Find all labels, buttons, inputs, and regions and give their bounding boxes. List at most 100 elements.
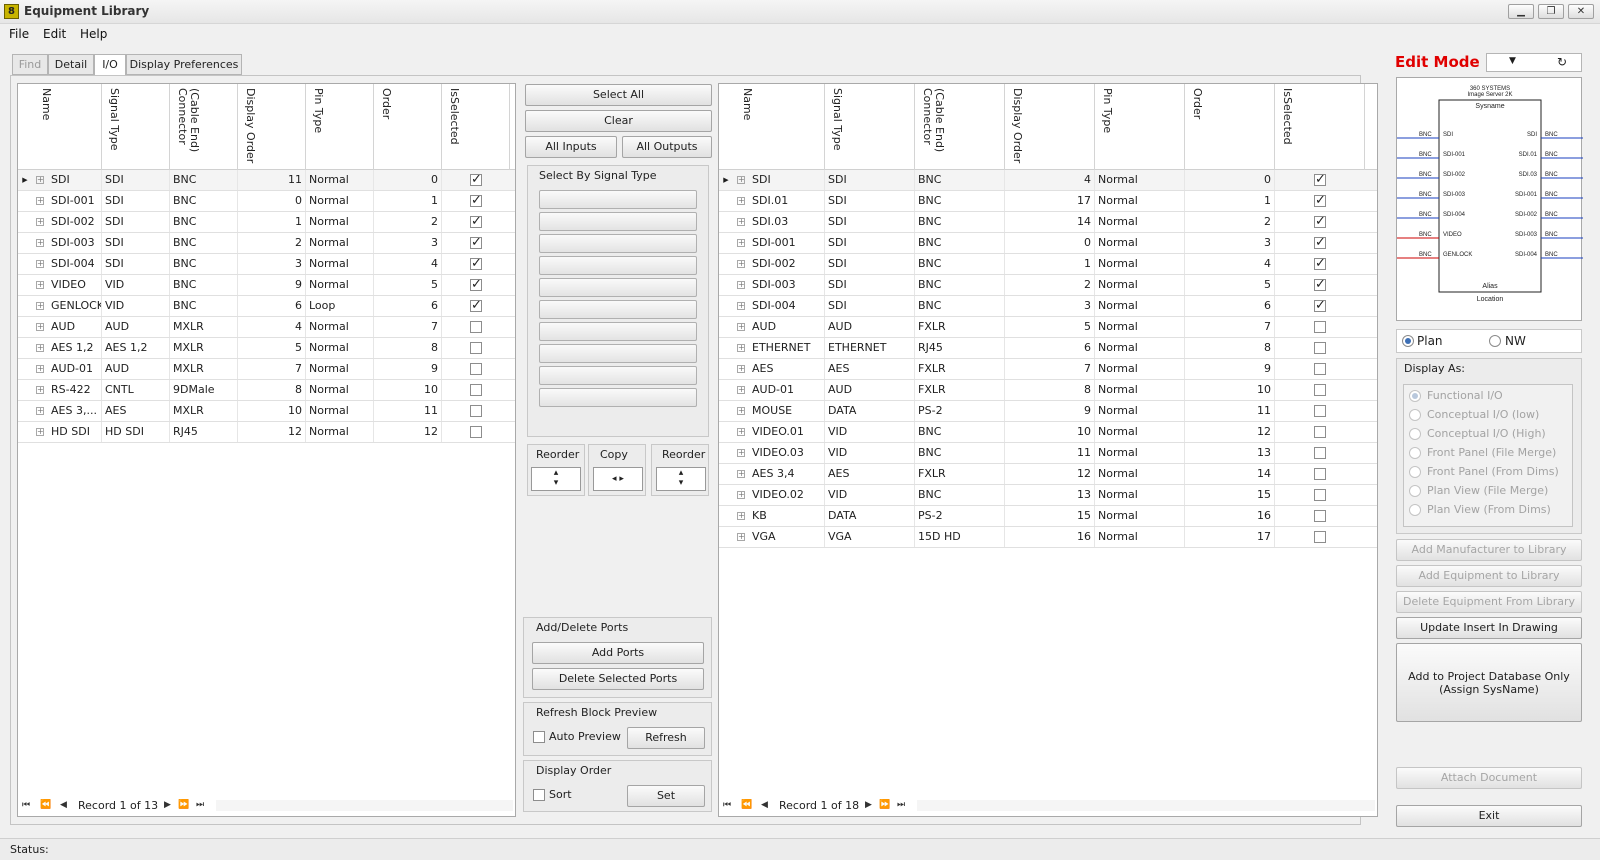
- header-col-order[interactable]: Order: [374, 84, 442, 170]
- table-row[interactable]: + SDI.03 SDI BNC 14 Normal 2 ✓: [719, 212, 1377, 233]
- header-col-isselected[interactable]: IsSelected: [1275, 84, 1365, 170]
- isselected-checkbox[interactable]: ✓: [470, 278, 482, 291]
- all-outputs-button[interactable]: All Outputs: [622, 136, 712, 158]
- header-col-name[interactable]: Name: [34, 84, 102, 170]
- set-button[interactable]: Set: [627, 785, 705, 807]
- table-row[interactable]: + AES 3,4 AES FXLR 12 Normal 14: [719, 464, 1377, 485]
- delete-selected-ports-button[interactable]: Delete Selected Ports: [532, 668, 704, 690]
- refresh-icon[interactable]: ↻: [1557, 55, 1567, 69]
- table-row[interactable]: ▶ + SDI SDI BNC 11 Normal 0 ✓: [18, 170, 515, 191]
- isselected-checkbox[interactable]: [1314, 342, 1326, 354]
- isselected-checkbox[interactable]: ✓: [470, 236, 482, 249]
- isselected-checkbox[interactable]: [470, 342, 482, 354]
- tab-display-preferences[interactable]: Display Preferences: [126, 54, 242, 75]
- signal-type-button[interactable]: [539, 190, 697, 209]
- expand-icon[interactable]: +: [737, 449, 745, 457]
- expand-icon[interactable]: +: [36, 344, 44, 352]
- sort-checkbox[interactable]: [533, 789, 545, 801]
- copy-spinner[interactable]: ◂ ▸: [593, 467, 643, 491]
- update-insert-button[interactable]: Update Insert In Drawing: [1396, 617, 1582, 639]
- last-record-icon[interactable]: ⏭: [196, 800, 204, 810]
- isselected-checkbox[interactable]: ✓: [1314, 257, 1326, 270]
- isselected-checkbox[interactable]: [470, 426, 482, 438]
- isselected-checkbox[interactable]: ✓: [470, 173, 482, 186]
- signal-type-button[interactable]: [539, 366, 697, 385]
- first-record-icon[interactable]: ⏮: [723, 800, 731, 810]
- expand-icon[interactable]: +: [36, 176, 44, 184]
- tab-io[interactable]: I/O: [94, 54, 126, 76]
- table-row[interactable]: + SDI-001 SDI BNC 0 Normal 1 ✓: [18, 191, 515, 212]
- isselected-checkbox[interactable]: [1314, 531, 1326, 543]
- signal-type-button[interactable]: [539, 322, 697, 341]
- edit-mode-dropdown[interactable]: ▼ ↻: [1486, 53, 1582, 72]
- exit-button[interactable]: Exit: [1396, 805, 1582, 827]
- expand-icon[interactable]: +: [36, 365, 44, 373]
- table-row[interactable]: + SDI-001 SDI BNC 0 Normal 3 ✓: [719, 233, 1377, 254]
- expand-icon[interactable]: +: [737, 176, 745, 184]
- next-record-icon[interactable]: ▶: [164, 800, 171, 810]
- table-row[interactable]: + MOUSE DATA PS-2 9 Normal 11: [719, 401, 1377, 422]
- signal-type-button[interactable]: [539, 256, 697, 275]
- all-inputs-button[interactable]: All Inputs: [525, 136, 617, 158]
- isselected-checkbox[interactable]: ✓: [1314, 215, 1326, 228]
- isselected-checkbox[interactable]: ✓: [470, 299, 482, 312]
- expand-icon[interactable]: +: [36, 323, 44, 331]
- display-option-radio[interactable]: [1409, 409, 1421, 421]
- expand-icon[interactable]: +: [36, 407, 44, 415]
- display-option-radio[interactable]: [1409, 428, 1421, 440]
- isselected-checkbox[interactable]: [1314, 426, 1326, 438]
- header-col-signal-type[interactable]: Signal Type: [825, 84, 915, 170]
- input-ports-grid[interactable]: Name Signal Type (Cable End) Connector Disp…: [17, 83, 516, 817]
- attach-document-button[interactable]: Attach Document: [1396, 767, 1582, 789]
- display-option-radio[interactable]: [1409, 390, 1421, 402]
- prev-page-icon[interactable]: ⏪: [741, 800, 752, 810]
- add-ports-button[interactable]: Add Ports: [532, 642, 704, 664]
- isselected-checkbox[interactable]: [470, 363, 482, 375]
- table-row[interactable]: + AES 3,... AES MXLR 10 Normal 11: [18, 401, 515, 422]
- expand-icon[interactable]: +: [737, 260, 745, 268]
- menu-edit[interactable]: Edit: [43, 27, 66, 41]
- header-col-isselected[interactable]: IsSelected: [442, 84, 510, 170]
- isselected-checkbox[interactable]: ✓: [1314, 278, 1326, 291]
- expand-icon[interactable]: +: [737, 512, 745, 520]
- table-row[interactable]: + SDI-003 SDI BNC 2 Normal 5 ✓: [719, 275, 1377, 296]
- isselected-checkbox[interactable]: [1314, 384, 1326, 396]
- signal-type-button[interactable]: [539, 344, 697, 363]
- next-page-icon[interactable]: ⏩: [879, 800, 890, 810]
- table-row[interactable]: + SDI-004 SDI BNC 3 Normal 6 ✓: [719, 296, 1377, 317]
- isselected-checkbox[interactable]: [1314, 405, 1326, 417]
- expand-icon[interactable]: +: [737, 470, 745, 478]
- expand-icon[interactable]: +: [737, 491, 745, 499]
- tab-detail[interactable]: Detail: [48, 54, 94, 75]
- isselected-checkbox[interactable]: [470, 321, 482, 333]
- signal-type-button[interactable]: [539, 234, 697, 253]
- isselected-checkbox[interactable]: ✓: [470, 194, 482, 207]
- menu-help[interactable]: Help: [80, 27, 107, 41]
- expand-icon[interactable]: +: [36, 281, 44, 289]
- table-row[interactable]: + VIDEO.03 VID BNC 11 Normal 13: [719, 443, 1377, 464]
- add-to-project-button[interactable]: Add to Project Database Only (Assign Sys…: [1396, 643, 1582, 722]
- signal-type-button[interactable]: [539, 300, 697, 319]
- reorder-right-spinner[interactable]: ▴ ▾: [656, 467, 706, 491]
- expand-icon[interactable]: +: [36, 218, 44, 226]
- signal-type-button[interactable]: [539, 388, 697, 407]
- header-col-pin-type[interactable]: Pin Type: [1095, 84, 1185, 170]
- header-col-name[interactable]: Name: [735, 84, 825, 170]
- reorder-left-spinner[interactable]: ▴ ▾: [531, 467, 581, 491]
- table-row[interactable]: + SDI-002 SDI BNC 1 Normal 4 ✓: [719, 254, 1377, 275]
- expand-icon[interactable]: +: [737, 239, 745, 247]
- header-col-signal-type[interactable]: Signal Type: [102, 84, 170, 170]
- clear-button[interactable]: Clear: [525, 110, 712, 132]
- isselected-checkbox[interactable]: [470, 405, 482, 417]
- expand-icon[interactable]: +: [737, 323, 745, 331]
- prev-record-icon[interactable]: ◀: [60, 800, 67, 810]
- header-col-display-order[interactable]: Display Order: [1005, 84, 1095, 170]
- table-row[interactable]: + AUD-01 AUD FXLR 8 Normal 10: [719, 380, 1377, 401]
- delete-equipment-button[interactable]: Delete Equipment From Library: [1396, 591, 1582, 613]
- expand-icon[interactable]: +: [36, 386, 44, 394]
- table-row[interactable]: + GENLOCK VID BNC 6 Loop 6 ✓: [18, 296, 515, 317]
- expand-icon[interactable]: +: [737, 365, 745, 373]
- next-record-icon[interactable]: ▶: [865, 800, 872, 810]
- expand-icon[interactable]: +: [36, 302, 44, 310]
- minimize-button[interactable]: ▁: [1508, 4, 1534, 19]
